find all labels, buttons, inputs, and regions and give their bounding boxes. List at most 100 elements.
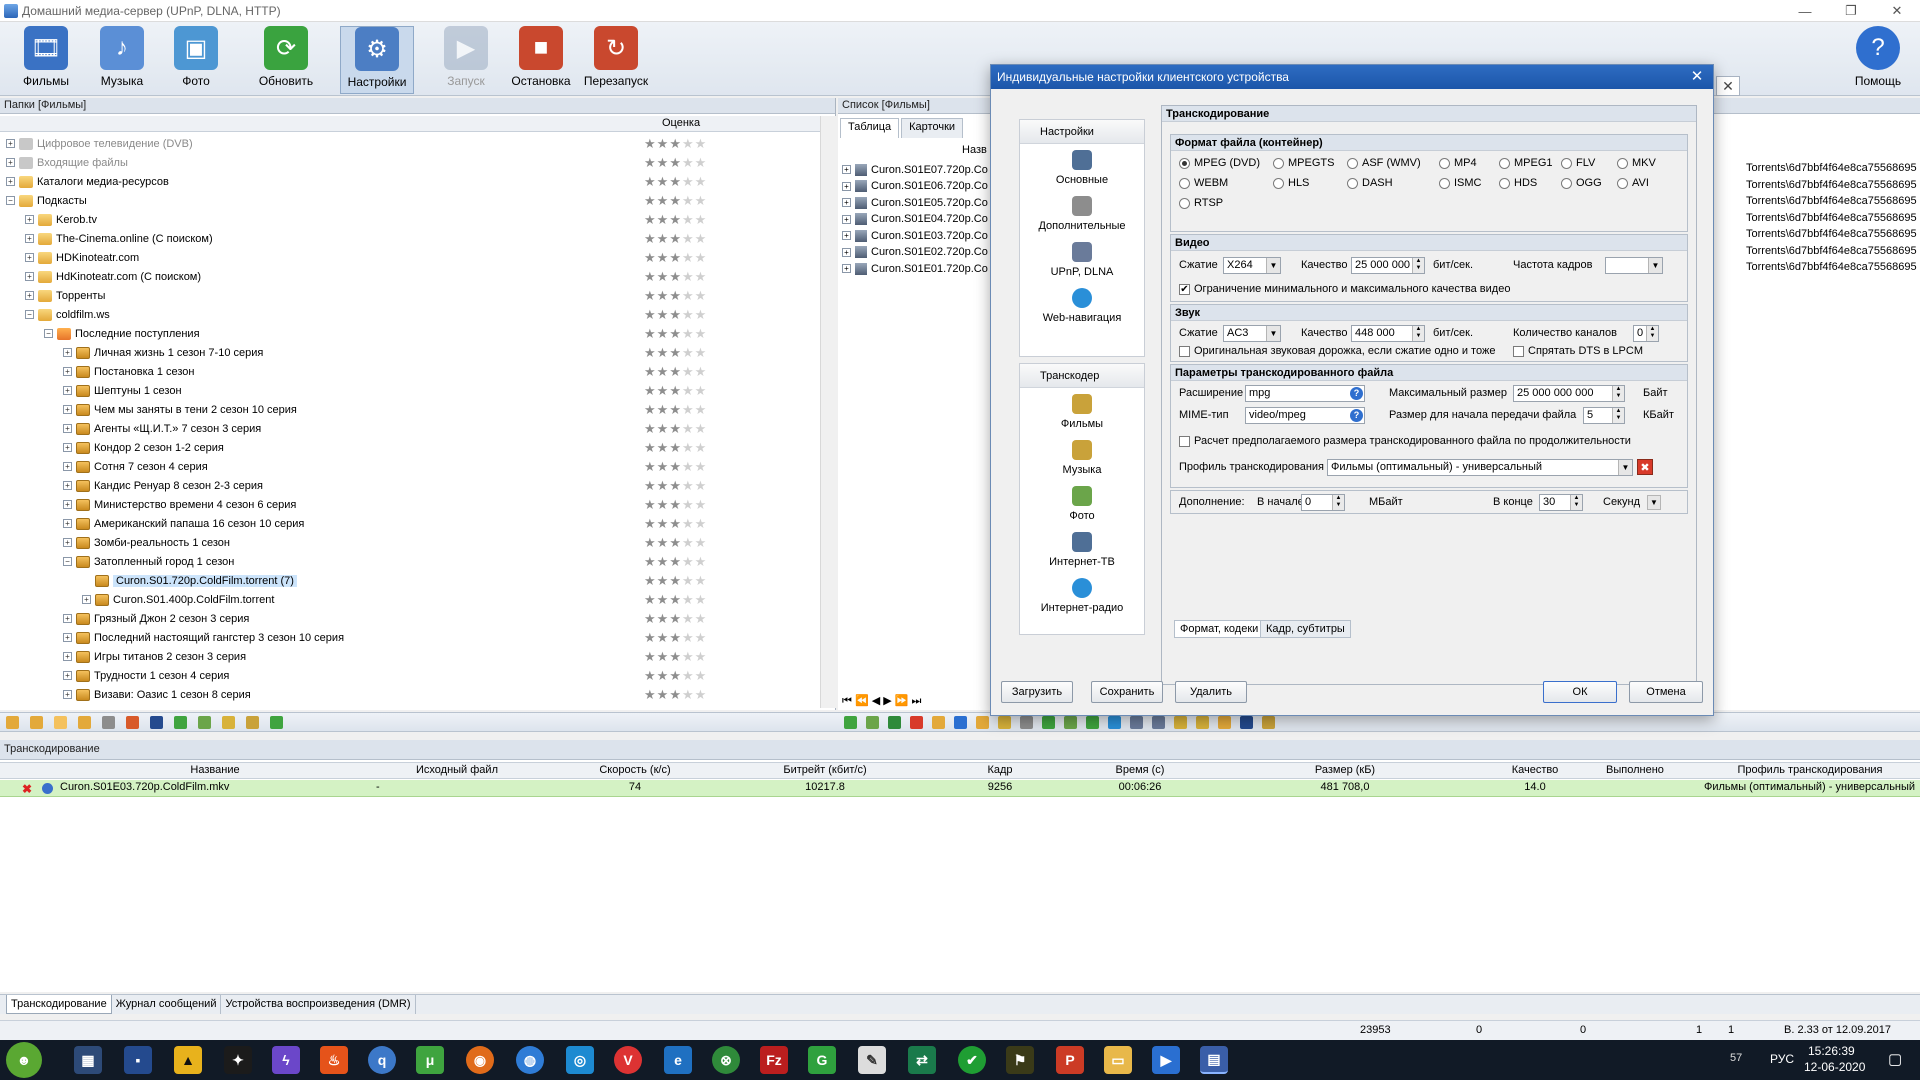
tool-icon[interactable]	[1262, 716, 1275, 729]
tab-frame-subtitles[interactable]: Кадр, субтитры	[1260, 620, 1351, 638]
tree-row[interactable]: + Игры титанов 2 сезон 3 серия ★★★★★	[0, 647, 820, 666]
rating-stars[interactable]: ★★★★★	[644, 327, 707, 340]
tree-row[interactable]: − coldfilm.ws ★★★★★	[0, 305, 820, 324]
rating-stars[interactable]: ★★★★★	[644, 574, 707, 587]
format-radio[interactable]: ASF (WMV)	[1347, 157, 1421, 169]
column-header[interactable]: Название	[60, 764, 370, 776]
rating-stars[interactable]: ★★★★★	[644, 688, 707, 701]
format-radio[interactable]: DASH	[1347, 177, 1393, 189]
original-audio-checkbox[interactable]: Оригинальная звуковая дорожка, если сжат…	[1179, 345, 1495, 357]
cancel-task-icon[interactable]: ✖	[22, 782, 32, 796]
column-header[interactable]: Скорость (к/с)	[540, 764, 730, 776]
expand-icon[interactable]: +	[63, 481, 72, 490]
edge-icon[interactable]: e	[664, 1046, 692, 1074]
tree-row[interactable]: + Кандис Ренуар 8 сезон 2-3 серия ★★★★★	[0, 476, 820, 495]
rating-stars[interactable]: ★★★★★	[644, 270, 707, 283]
expand-icon[interactable]: +	[25, 215, 34, 224]
tool-app-icon[interactable]: ϟ	[272, 1046, 300, 1074]
tool-icon[interactable]	[1174, 716, 1187, 729]
tree-row[interactable]: Curon.S01.720p.ColdFilm.torrent (7) ★★★★★	[0, 571, 820, 590]
channels-input[interactable]: 0 ▲ ▼	[1633, 325, 1659, 342]
tool-icon[interactable]	[102, 716, 115, 729]
delete-button[interactable]: Удалить	[1175, 681, 1247, 703]
expand-icon[interactable]: +	[82, 595, 91, 604]
expand-icon[interactable]: +	[63, 633, 72, 642]
expand-icon[interactable]: +	[842, 165, 851, 174]
rating-stars[interactable]: ★★★★★	[644, 555, 707, 568]
rating-stars[interactable]: ★★★★★	[644, 498, 707, 511]
tool-icon[interactable]	[998, 716, 1011, 729]
tool-icon[interactable]	[888, 716, 901, 729]
load-button[interactable]: Загрузить	[1001, 681, 1073, 703]
tree-row[interactable]: − Затопленный город 1 сезон ★★★★★	[0, 552, 820, 571]
rating-stars[interactable]: ★★★★★	[644, 365, 707, 378]
end-unit-dropdown[interactable]: ▼	[1647, 495, 1661, 510]
column-header[interactable]: Размер (кБ)	[1210, 764, 1480, 776]
expand-icon[interactable]: +	[25, 272, 34, 281]
refresh-button[interactable]: ⟳ Обновить	[250, 26, 322, 94]
tree-row[interactable]: + Кондор 2 сезон 1-2 серия ★★★★★	[0, 438, 820, 457]
format-radio[interactable]: FLV	[1561, 157, 1595, 169]
start-button[interactable]: ▶ Запуск	[430, 26, 502, 94]
nav-upnp-dlna[interactable]: UPnP, DLNA	[1020, 242, 1144, 278]
framerate-select[interactable]: ▼	[1605, 257, 1663, 274]
fire-app-icon[interactable]: ♨	[320, 1046, 348, 1074]
tool-icon[interactable]	[1130, 716, 1143, 729]
name-column-header[interactable]: Назв	[962, 144, 987, 156]
nav-internet-tv[interactable]: Интернет-ТВ	[1020, 532, 1144, 568]
nav-advanced[interactable]: Дополнительные	[1020, 196, 1144, 232]
maximize-button[interactable]: ❐	[1828, 0, 1874, 22]
rating-stars[interactable]: ★★★★★	[644, 593, 707, 606]
expand-icon[interactable]: +	[842, 264, 851, 273]
notifications-icon[interactable]: ▢	[1888, 1050, 1902, 1068]
rating-stars[interactable]: ★★★★★	[644, 232, 707, 245]
expand-icon[interactable]: +	[63, 652, 72, 661]
tree-row[interactable]: + Визави: Оазис 1 сезон 8 серия ★★★★★	[0, 685, 820, 704]
collapse-icon[interactable]: −	[6, 196, 15, 205]
tab-table[interactable]: Таблица	[840, 118, 900, 138]
tool-icon[interactable]	[866, 716, 879, 729]
vivaldi-icon[interactable]: V	[614, 1046, 642, 1074]
format-radio[interactable]: MPEG1	[1499, 157, 1553, 169]
dialog-close-icon[interactable]: ✕	[1687, 67, 1707, 87]
end-input[interactable]: 30 ▲ ▼	[1539, 494, 1583, 511]
expand-icon[interactable]: +	[63, 690, 72, 699]
tree-row[interactable]: + Зомби-реальность 1 сезон ★★★★★	[0, 533, 820, 552]
tool-icon[interactable]	[1218, 716, 1231, 729]
expand-icon[interactable]: +	[842, 247, 851, 257]
tab-cards[interactable]: Карточки	[901, 118, 964, 138]
format-radio[interactable]: OGG	[1561, 177, 1602, 189]
tool-icon[interactable]	[976, 716, 989, 729]
tool-icon[interactable]	[1240, 716, 1253, 729]
p-app-icon[interactable]: P	[1056, 1046, 1084, 1074]
expand-icon[interactable]: +	[63, 671, 72, 680]
tool-icon[interactable]	[54, 716, 67, 729]
expand-icon[interactable]: +	[63, 386, 72, 395]
expand-icon[interactable]: +	[842, 231, 851, 240]
music-button[interactable]: ♪ Музыка	[86, 26, 158, 94]
column-header[interactable]: Исходный файл	[372, 764, 542, 776]
g-app-icon[interactable]: G	[808, 1046, 836, 1074]
collapse-icon[interactable]: −	[63, 557, 72, 566]
expand-icon[interactable]: +	[63, 462, 72, 471]
column-header[interactable]: Битрейт (кбит/с)	[730, 764, 920, 776]
column-header[interactable]: Выполнено	[1590, 764, 1680, 776]
tool-icon[interactable]	[174, 716, 187, 729]
expand-icon[interactable]: +	[6, 177, 15, 186]
tree-row[interactable]: + Kerob.tv ★★★★★	[0, 210, 820, 229]
column-header[interactable]: Качество	[1480, 764, 1590, 776]
expand-icon[interactable]: +	[63, 367, 72, 376]
rating-stars[interactable]: ★★★★★	[644, 536, 707, 549]
mime-input[interactable]: video/mpeg?	[1245, 407, 1365, 424]
tree-row[interactable]: + Шептуны 1 сезон ★★★★★	[0, 381, 820, 400]
minimize-button[interactable]: —	[1782, 0, 1828, 22]
xbox-app-icon[interactable]: ⊗	[712, 1046, 740, 1074]
nav-internet-radio[interactable]: Интернет-радио	[1020, 578, 1144, 614]
tree-row[interactable]: + Грязный Джон 2 сезон 3 серия ★★★★★	[0, 609, 820, 628]
expand-icon[interactable]: +	[63, 443, 72, 452]
rating-stars[interactable]: ★★★★★	[644, 460, 707, 473]
expand-icon[interactable]: +	[63, 500, 72, 509]
expand-icon[interactable]: +	[842, 181, 851, 191]
tree-row[interactable]: + Входящие файлы ★★★★★	[0, 153, 820, 172]
video-quality-input[interactable]: 25 000 000 ▲ ▼	[1351, 257, 1425, 274]
